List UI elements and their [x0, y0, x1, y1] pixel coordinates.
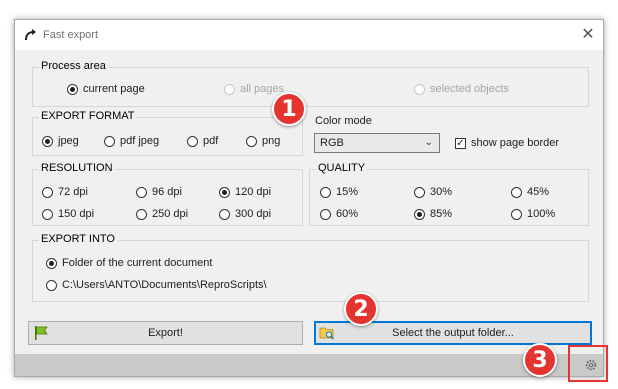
flag-icon	[35, 326, 48, 340]
radio-indicator	[219, 186, 230, 198]
export-format-group: EXPORT FORMAT jpeg pdf jpeg pdf png	[32, 110, 303, 156]
radio-indicator	[414, 186, 425, 198]
radio-indicator	[224, 83, 235, 95]
resolution-legend: RESOLUTION	[39, 162, 115, 174]
radio-label: C:\Users\ANTO\Documents\ReproScripts\	[62, 279, 267, 291]
radio-indicator	[46, 257, 57, 269]
color-mode-value: RGB	[320, 137, 344, 149]
radio-quality-60[interactable]: 60%	[320, 208, 358, 220]
process-area-legend: Process area	[39, 60, 108, 72]
radio-quality-30[interactable]: 30%	[414, 186, 452, 198]
radio-indicator	[511, 186, 522, 198]
radio-indicator	[219, 208, 230, 220]
radio-label: 100%	[527, 208, 556, 220]
radio-label: 60%	[336, 208, 359, 220]
status-bar	[15, 354, 603, 376]
settings-highlight-box	[568, 345, 608, 382]
show-page-border-checkbox[interactable]: ✓ show page border	[455, 137, 559, 149]
radio-250-dpi[interactable]: 250 dpi	[136, 208, 188, 220]
callout-badge-1: 1	[272, 92, 306, 126]
radio-72-dpi[interactable]: 72 dpi	[42, 186, 88, 198]
radio-indicator	[246, 135, 257, 147]
quality-legend: QUALITY	[316, 162, 368, 174]
radio-indicator	[42, 186, 53, 198]
radio-96-dpi[interactable]: 96 dpi	[136, 186, 182, 198]
radio-quality-45[interactable]: 45%	[511, 186, 549, 198]
radio-png[interactable]: png	[246, 135, 280, 147]
radio-120-dpi[interactable]: 120 dpi	[219, 186, 271, 198]
callout-badge-2: 2	[344, 292, 378, 326]
radio-custom-folder[interactable]: C:\Users\ANTO\Documents\ReproScripts\	[46, 279, 267, 291]
radio-label: pdf jpeg	[120, 135, 160, 147]
radio-label: 250 dpi	[152, 208, 189, 220]
fast-export-window: Fast export ✕ Process area current page …	[14, 19, 604, 377]
radio-label: 72 dpi	[58, 186, 88, 198]
radio-jpeg[interactable]: jpeg	[42, 135, 79, 147]
radio-label: 45%	[527, 186, 550, 198]
radio-indicator	[414, 83, 425, 95]
radio-indicator	[42, 208, 53, 220]
radio-indicator	[104, 135, 115, 147]
radio-indicator	[414, 208, 425, 220]
radio-label: jpeg	[58, 135, 79, 147]
color-mode-select[interactable]: RGB ⌄	[314, 133, 440, 153]
radio-label: selected objects	[430, 83, 509, 95]
window-title: Fast export	[43, 29, 99, 41]
radio-label: png	[262, 135, 281, 147]
radio-300-dpi[interactable]: 300 dpi	[219, 208, 271, 220]
radio-label: 30%	[430, 186, 453, 198]
select-output-folder-label: Select the output folder...	[392, 327, 514, 339]
quality-group: QUALITY 15% 30% 45% 60% 85% 100%	[309, 162, 589, 226]
radio-current-page[interactable]: current page	[67, 83, 145, 95]
radio-quality-15[interactable]: 15%	[320, 186, 358, 198]
folder-search-icon	[319, 327, 334, 340]
radio-indicator	[46, 279, 57, 291]
export-arrow-icon	[25, 29, 36, 41]
export-format-legend: EXPORT FORMAT	[39, 110, 137, 122]
radio-indicator	[67, 83, 78, 95]
radio-indicator	[511, 208, 522, 220]
process-area-group: Process area current page all pages sele…	[32, 60, 589, 107]
checkbox-label: show page border	[471, 137, 560, 149]
radio-label: 85%	[430, 208, 453, 220]
radio-selected-objects[interactable]: selected objects	[414, 83, 509, 95]
export-button[interactable]: Export!	[28, 321, 303, 345]
color-mode-label: Color mode	[315, 115, 372, 127]
radio-label: 96 dpi	[152, 186, 182, 198]
radio-label: current page	[83, 83, 145, 95]
radio-indicator	[187, 135, 198, 147]
radio-label: 150 dpi	[58, 208, 95, 220]
radio-current-document-folder[interactable]: Folder of the current document	[46, 257, 212, 269]
export-into-legend: EXPORT INTO	[39, 233, 117, 245]
radio-pdf-jpeg[interactable]: pdf jpeg	[104, 135, 159, 147]
radio-indicator	[136, 208, 147, 220]
radio-label: pdf	[203, 135, 219, 147]
radio-pdf[interactable]: pdf	[187, 135, 218, 147]
checkbox-indicator: ✓	[455, 137, 466, 149]
radio-indicator	[320, 208, 331, 220]
radio-indicator	[320, 186, 331, 198]
radio-label: 120 dpi	[235, 186, 272, 198]
radio-all-pages[interactable]: all pages	[224, 83, 284, 95]
radio-150-dpi[interactable]: 150 dpi	[42, 208, 94, 220]
radio-label: all pages	[240, 83, 285, 95]
title-bar: Fast export ✕	[15, 20, 603, 50]
radio-indicator	[136, 186, 147, 198]
radio-quality-85[interactable]: 85%	[414, 208, 452, 220]
callout-badge-3: 3	[523, 343, 557, 377]
radio-label: 15%	[336, 186, 359, 198]
chevron-down-icon: ⌄	[424, 137, 433, 148]
radio-quality-100[interactable]: 100%	[511, 208, 555, 220]
export-button-label: Export!	[148, 327, 183, 339]
resolution-group: RESOLUTION 72 dpi 96 dpi 120 dpi 150 dpi…	[32, 162, 303, 226]
radio-label: Folder of the current document	[62, 257, 213, 269]
radio-indicator	[42, 135, 53, 147]
export-into-group: EXPORT INTO Folder of the current docume…	[32, 233, 589, 302]
radio-label: 300 dpi	[235, 208, 272, 220]
close-button[interactable]: ✕	[573, 20, 603, 50]
